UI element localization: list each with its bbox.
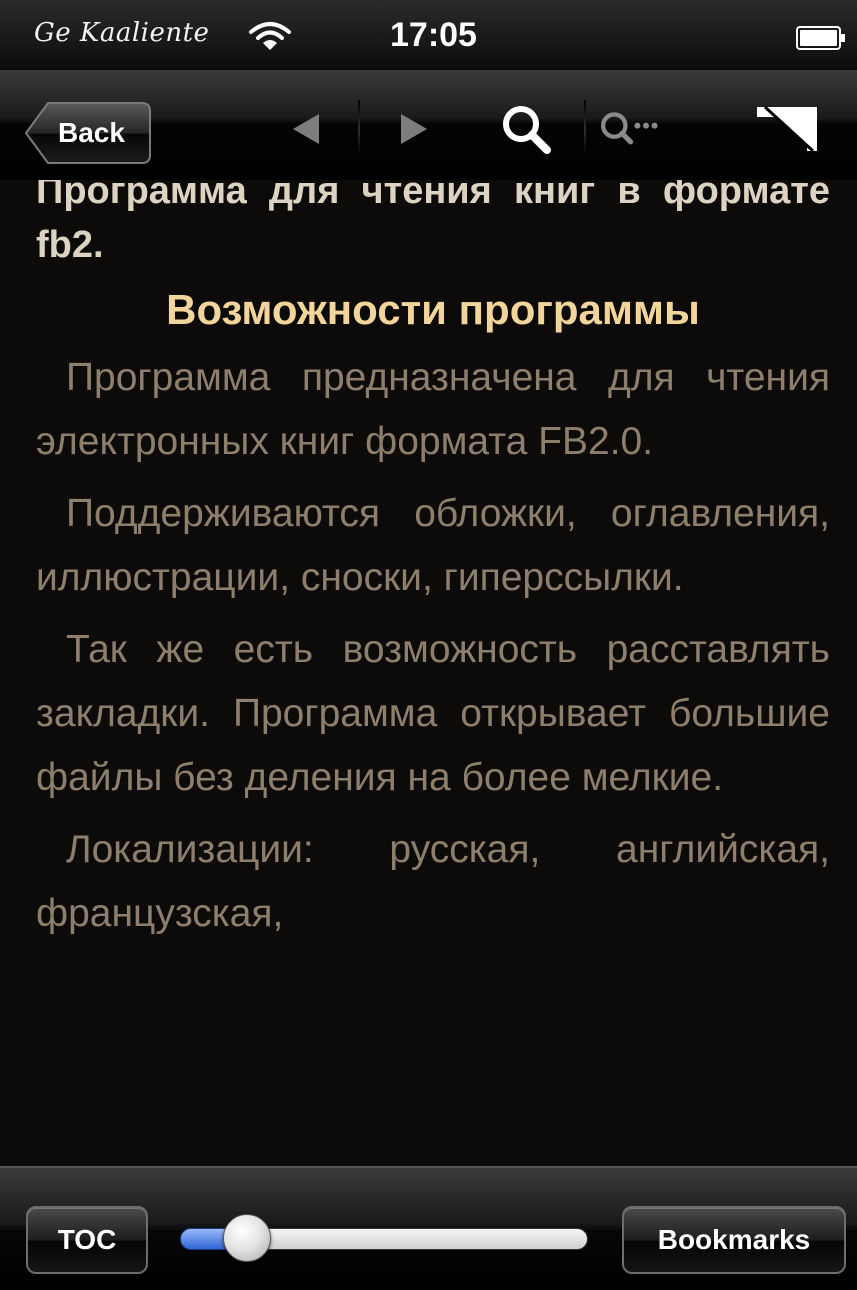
paragraph: Локализации: русская, английская, францу… [36,828,830,935]
book-text: Программа для чтения книг в формате fb2.… [36,180,830,954]
search-button[interactable] [496,96,556,162]
reading-progress-slider[interactable] [180,1214,590,1264]
battery-icon [796,26,845,50]
paragraph: Поддерживаются обложки, оглавления, иллю… [36,492,830,599]
bookmarks-button[interactable]: Bookmarks [622,1206,846,1274]
paragraph: Так же есть возможность расставлять закл… [36,628,830,799]
book-lead-text: Программа для чтения книг в формате fb2. [36,180,830,266]
toolbar-separator [584,100,586,158]
wifi-icon [249,22,291,50]
back-button-label: Back [58,117,125,148]
fullscreen-icon [757,105,817,153]
reader-content[interactable]: Программа для чтения книг в формате fb2.… [0,180,857,1166]
status-time: 17:05 [390,16,477,54]
status-bar: Ge Kaaliente 17:05 [0,0,857,70]
carrier-name: Ge Kaaliente [34,18,210,48]
fullscreen-button[interactable] [752,96,822,162]
section-heading: Возможности программы [166,286,700,333]
navigation-toolbar: Back [0,70,857,180]
prev-page-icon [293,114,319,144]
back-button[interactable]: Back [24,100,152,166]
toc-button[interactable]: TOC [26,1206,148,1274]
paragraph: Программа предназначена для чтения элект… [36,356,830,463]
bookmarks-button-label: Bookmarks [657,1224,811,1255]
toolbar-separator [358,100,360,158]
next-page-button[interactable] [384,96,444,162]
search-next-icon [601,112,658,145]
prev-page-button[interactable] [276,96,336,162]
toc-button-label: TOC [57,1224,117,1255]
slider-thumb[interactable] [223,1214,272,1262]
bottom-toolbar: TOC Bookmarks [0,1166,857,1290]
search-next-button[interactable] [598,96,658,162]
next-page-icon [401,114,427,144]
search-icon [503,106,551,154]
